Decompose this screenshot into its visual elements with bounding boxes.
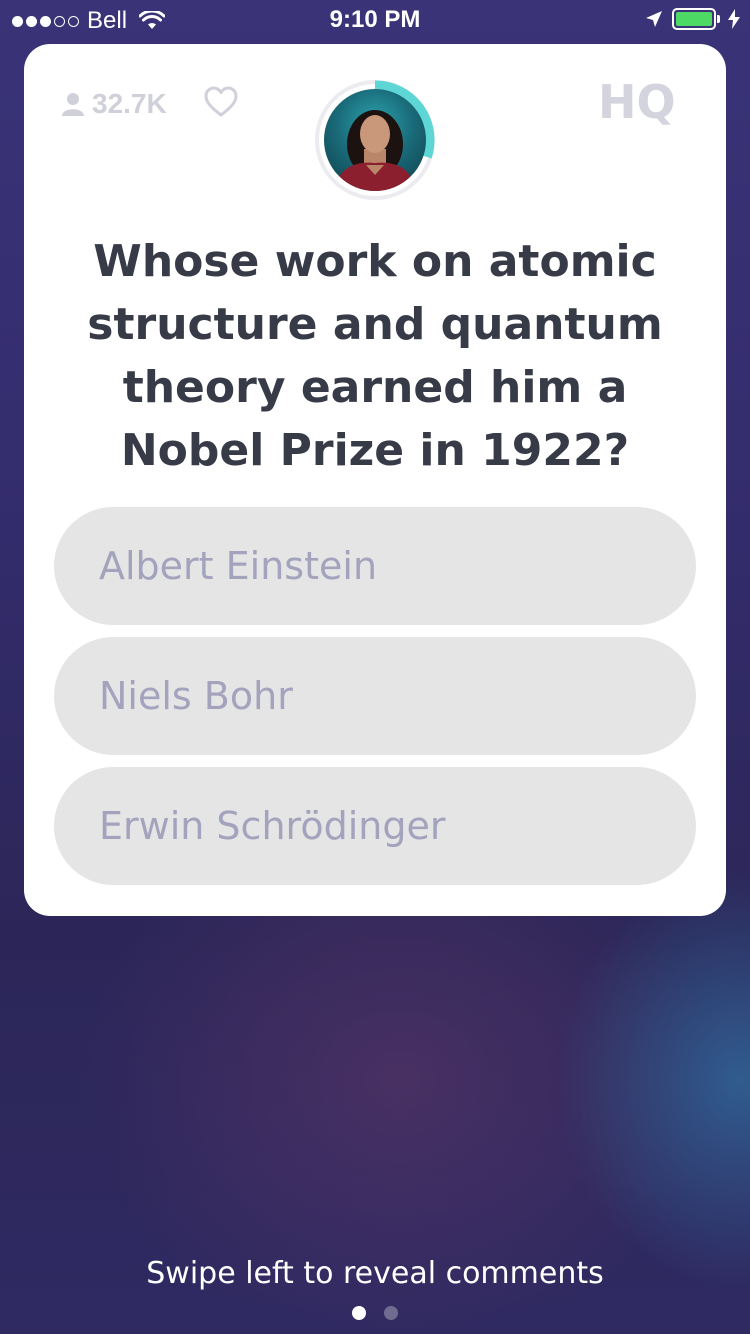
location-arrow-icon: [646, 11, 662, 27]
person-icon: [62, 93, 84, 116]
charging-bolt-icon: [728, 9, 740, 29]
heart-icon[interactable]: [204, 86, 238, 118]
host-avatar: [324, 89, 426, 191]
host-video: [314, 79, 436, 201]
page-dot: [352, 1306, 366, 1320]
swipe-hint: Swipe left to reveal comments: [146, 1256, 604, 1291]
answer-option[interactable]: Niels Bohr: [54, 637, 696, 755]
answer-label: Albert Einstein: [99, 544, 378, 588]
hq-logo: HQ: [598, 75, 676, 126]
status-right: [644, 8, 740, 30]
battery-level: [676, 12, 712, 26]
answer-label: Erwin Schrödinger: [99, 804, 446, 848]
hq-logo-text: HQ: [598, 75, 676, 126]
page-dot: [384, 1306, 398, 1320]
battery-icon: [672, 8, 720, 30]
status-bar: Bell 9:10 PM: [0, 0, 750, 40]
answer-option[interactable]: Erwin Schrödinger: [54, 767, 696, 885]
answer-label: Niels Bohr: [99, 674, 293, 718]
viewer-count: 32.7K: [60, 88, 167, 120]
question-text: Whose work on atomic structure and quant…: [87, 236, 663, 476]
question-card: 32.7K HQ Whose work on atomic structure …: [24, 44, 726, 916]
page-indicator[interactable]: [0, 1306, 750, 1320]
viewer-count-label: 32.7K: [92, 88, 167, 119]
answer-option[interactable]: Albert Einstein: [54, 507, 696, 625]
status-time: 9:10 PM: [329, 6, 421, 33]
